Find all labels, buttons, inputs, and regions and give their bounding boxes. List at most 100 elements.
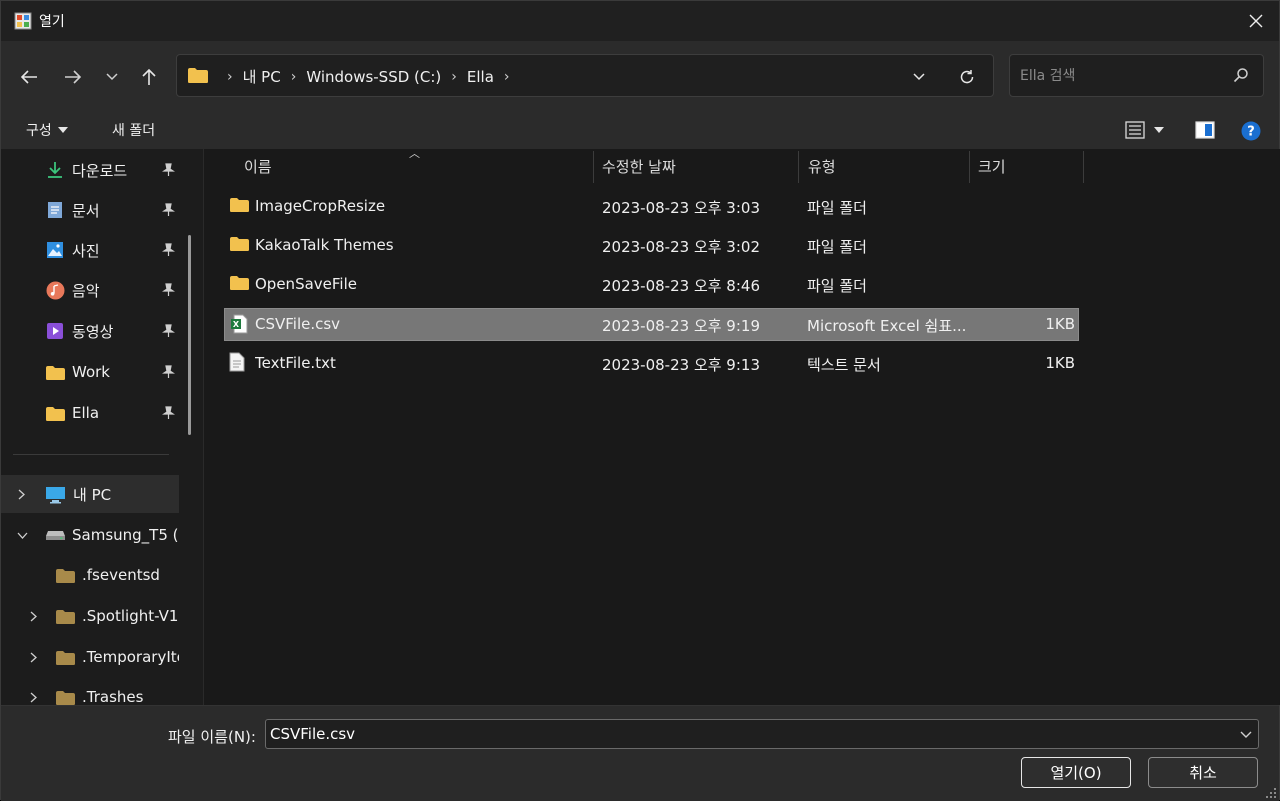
chevron-down-icon[interactable] <box>1240 726 1252 742</box>
address-bar[interactable]: › 내 PC › Windows-SSD (C:) › Ella › <box>176 54 994 97</box>
column-header-type[interactable]: 유형 <box>808 156 836 177</box>
folder-icon <box>188 68 208 83</box>
file-type: 파일 폴더 <box>807 199 867 217</box>
sidebar-item-pictures[interactable]: 사진 <box>1 231 179 269</box>
sidebar-item-label: 음악 <box>72 281 100 300</box>
sidebar-scrollbar[interactable] <box>188 235 191 435</box>
column-divider[interactable] <box>593 151 594 183</box>
file-date: 2023-08-23 오후 3:02 <box>602 238 760 256</box>
file-date: 2023-08-23 오후 3:03 <box>602 199 760 217</box>
sidebar-item-this-pc[interactable]: 내 PC <box>1 475 179 513</box>
file-type: 텍스트 문서 <box>807 356 881 374</box>
sidebar-item-spotlight[interactable]: .Spotlight-V10 <box>1 597 179 635</box>
column-header-date[interactable]: 수정한 날짜 <box>602 156 676 177</box>
pin-icon <box>162 283 175 296</box>
chevron-right-icon[interactable] <box>30 692 37 703</box>
file-row[interactable]: OpenSaveFile 2023-08-23 오후 8:46 파일 폴더 <box>224 268 1079 301</box>
sidebar-item-videos[interactable]: 동영상 <box>1 312 179 350</box>
sidebar-item-label: .fseventsd <box>82 566 160 584</box>
file-row[interactable]: ImageCropResize 2023-08-23 오후 3:03 파일 폴더 <box>224 190 1079 223</box>
column-divider[interactable] <box>969 151 970 183</box>
preview-pane-button[interactable] <box>1195 121 1215 139</box>
close-button[interactable] <box>1233 1 1279 41</box>
sidebar-item-temporary-items[interactable]: .TemporaryIter <box>1 638 179 676</box>
sidebar-item-downloads[interactable]: 다운로드 <box>1 151 179 189</box>
sidebar-item-fseventsd[interactable]: .fseventsd <box>1 556 179 594</box>
file-size: 1KB <box>1045 354 1075 372</box>
folder-icon <box>56 651 75 665</box>
resize-grip-icon[interactable] <box>1265 787 1277 799</box>
arrow-right-icon <box>65 70 82 84</box>
cancel-button[interactable]: 취소 <box>1148 757 1258 788</box>
folder-icon <box>46 407 65 421</box>
file-name-label: 파일 이름(N): <box>168 728 256 746</box>
excel-csv-icon: X <box>231 314 248 334</box>
sidebar-item-documents[interactable]: 문서 <box>1 191 179 229</box>
breadcrumb-item[interactable]: Windows-SSD (C:) <box>306 68 441 86</box>
file-name-input[interactable] <box>270 724 1210 744</box>
file-row-selected[interactable]: X CSVFile.csv 2023-08-23 오후 9:19 Microso… <box>224 308 1079 341</box>
sidebar-item-label: .Spotlight-V10 <box>82 607 179 625</box>
file-list: ︿ 이름 수정한 날짜 유형 크기 ImageCropResize 2023-0… <box>203 147 1280 705</box>
file-date: 2023-08-23 오후 9:19 <box>602 317 760 335</box>
chevron-right-icon[interactable] <box>18 489 25 500</box>
search-box[interactable] <box>1009 54 1264 97</box>
file-row[interactable]: TextFile.txt 2023-08-23 오후 9:13 텍스트 문서 1… <box>224 347 1079 380</box>
caret-down-icon <box>1154 127 1164 133</box>
organize-label: 구성 <box>26 123 52 139</box>
help-icon: ? <box>1241 121 1261 141</box>
preview-pane-icon <box>1195 121 1215 139</box>
navigation-bar: › 내 PC › Windows-SSD (C:) › Ella › <box>1 41 1279 111</box>
back-button[interactable] <box>15 63 43 91</box>
breadcrumb-separator[interactable]: › <box>451 69 457 85</box>
view-options-button[interactable] <box>1125 121 1164 139</box>
sidebar-item-trashes[interactable]: .Trashes <box>1 678 179 705</box>
organize-menu[interactable]: 구성 <box>26 120 68 140</box>
sidebar-item-label: Samsung_T5 (D <box>72 526 179 544</box>
sidebar-divider <box>13 454 169 455</box>
recent-locations-button[interactable] <box>98 63 126 91</box>
folder-icon <box>230 276 249 290</box>
sidebar-item-label: Work <box>72 363 110 381</box>
sidebar-item-label: .TemporaryIter <box>82 648 179 666</box>
new-folder-button[interactable]: 새 폴더 <box>112 120 155 140</box>
file-name: TextFile.txt <box>255 354 336 372</box>
navigation-pane: 다운로드 문서 사진 음악 동영상 Work Ella 내 PC Samsung… <box>1 149 203 705</box>
file-date: 2023-08-23 오후 9:13 <box>602 356 760 374</box>
sidebar-item-music[interactable]: 음악 <box>1 271 179 309</box>
folder-icon <box>56 610 75 624</box>
sidebar-item-samsung-t5[interactable]: Samsung_T5 (D <box>1 516 179 554</box>
file-date: 2023-08-23 오후 8:46 <box>602 277 760 295</box>
column-header-name[interactable]: 이름 <box>244 156 272 177</box>
search-icon[interactable] <box>1233 67 1249 83</box>
column-divider[interactable] <box>1083 151 1084 183</box>
chevron-down-icon[interactable] <box>17 532 28 539</box>
breadcrumb-item[interactable]: Ella <box>467 68 494 86</box>
search-input[interactable] <box>1020 65 1220 87</box>
folder-icon <box>56 569 75 583</box>
open-button[interactable]: 열기(O) <box>1021 757 1131 788</box>
sidebar-item-label: 문서 <box>72 201 100 220</box>
drive-icon <box>46 531 65 540</box>
sidebar-item-work[interactable]: Work <box>1 353 179 391</box>
file-row[interactable]: KakaoTalk Themes 2023-08-23 오후 3:02 파일 폴… <box>224 229 1079 262</box>
column-divider[interactable] <box>798 151 799 183</box>
help-button[interactable]: ? <box>1241 121 1261 141</box>
breadcrumb-separator[interactable]: › <box>291 69 297 85</box>
breadcrumb-item[interactable]: 내 PC <box>243 66 281 87</box>
refresh-button[interactable] <box>955 65 979 89</box>
svg-text:?: ? <box>1247 125 1255 140</box>
breadcrumb-separator[interactable]: › <box>504 69 510 85</box>
videos-icon <box>47 323 63 339</box>
sidebar-item-label: Ella <box>72 404 100 422</box>
address-history-button[interactable] <box>907 65 931 89</box>
chevron-right-icon[interactable] <box>30 652 37 663</box>
file-name-combobox[interactable] <box>265 719 1259 749</box>
sidebar-item-ella[interactable]: Ella <box>1 394 179 432</box>
title-bar: 열기 <box>1 1 1279 41</box>
sidebar-item-label: 사진 <box>72 241 100 260</box>
forward-button[interactable] <box>59 63 87 91</box>
chevron-right-icon[interactable] <box>30 611 37 622</box>
up-button[interactable] <box>135 63 163 91</box>
column-header-size[interactable]: 크기 <box>978 156 1006 177</box>
